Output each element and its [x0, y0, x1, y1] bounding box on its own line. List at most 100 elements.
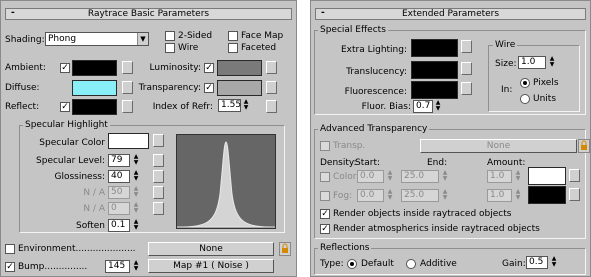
bump-label: Bump............... [18, 262, 88, 272]
gain-spinner[interactable]: ▲ ▼ [550, 256, 558, 269]
reflect-checkbox[interactable]: ✓ [60, 102, 70, 112]
color-end-spinner[interactable]: ▲ ▼ [441, 170, 449, 183]
color-end-input[interactable]: 25.0 [401, 170, 439, 183]
ambient-lock-checkbox[interactable]: ✓ [60, 63, 70, 73]
reflections-type-label: Type: [320, 259, 344, 269]
transp-label: Transp. [333, 141, 366, 151]
shading-dropdown[interactable]: Phong ▼ [45, 32, 149, 46]
wire-size-label: Size: [495, 59, 517, 69]
fog-swatch[interactable] [528, 186, 566, 204]
index-refr-spinner[interactable]: ▲ ▼ [242, 99, 250, 112]
color-amount-spinner[interactable]: ▲ ▼ [514, 170, 522, 183]
fluorescence-swatch[interactable] [411, 81, 458, 99]
specular-map-button[interactable] [153, 134, 164, 147]
color-density-map-button[interactable] [569, 169, 580, 182]
pixels-radio[interactable] [520, 78, 530, 88]
color-density-checkbox[interactable] [320, 172, 330, 182]
fog-map-button[interactable] [569, 188, 580, 201]
environment-map-button[interactable]: None [148, 242, 274, 256]
transp-checkbox[interactable] [320, 141, 330, 151]
extra-lighting-map-button[interactable] [461, 40, 472, 53]
fluorescence-map-button[interactable] [461, 82, 472, 95]
fog-start-input[interactable]: 0.0 [357, 189, 384, 202]
diffuse-color-swatch[interactable] [72, 80, 117, 96]
luminosity-color-swatch[interactable] [217, 60, 262, 76]
glossiness-input[interactable]: 40 [108, 170, 130, 183]
soften-spinner[interactable]: ▲ ▼ [132, 219, 140, 232]
transp-map-button[interactable]: None [420, 139, 577, 153]
shading-value: Phong [48, 34, 77, 44]
rollout-header[interactable]: - Extended Parameters [315, 8, 586, 20]
extra-lighting-swatch[interactable] [411, 39, 458, 57]
fog-amount-input[interactable]: 1.0 [487, 189, 512, 202]
color-density-swatch[interactable] [528, 167, 566, 185]
face-map-checkbox[interactable] [228, 31, 238, 41]
environment-checkbox[interactable] [5, 244, 15, 254]
ambient-color-swatch[interactable] [72, 60, 117, 76]
transparency-color-swatch[interactable] [217, 80, 262, 96]
color-amount-input[interactable]: 1.0 [487, 170, 512, 183]
index-refr-map-button[interactable] [266, 100, 277, 113]
fog-end-spinner[interactable]: ▲ ▼ [441, 189, 449, 202]
color-density-label: Color: [333, 172, 360, 182]
units-radio[interactable] [520, 94, 530, 104]
two-sided-checkbox[interactable] [165, 31, 175, 41]
na2-spinner[interactable]: ▲ ▼ [132, 202, 140, 215]
wire-size-input[interactable]: 1.0 [518, 56, 546, 69]
na2-input[interactable]: 0 [108, 202, 130, 215]
specular-level-spinner[interactable]: ▲ ▼ [132, 154, 140, 167]
specular-color-swatch[interactable] [108, 133, 149, 149]
lock-icon[interactable] [279, 242, 291, 256]
na1-map-button[interactable] [153, 186, 164, 199]
default-radio[interactable] [347, 259, 357, 269]
specular-level-input[interactable]: 79 [108, 154, 130, 167]
rollout-header[interactable]: - Raytrace Basic Parameters [5, 8, 292, 20]
fog-start-spinner[interactable]: ▲ ▼ [386, 189, 394, 202]
translucency-map-button[interactable] [461, 62, 472, 75]
specular-level-map-button[interactable] [153, 154, 164, 167]
collapse-icon[interactable]: - [321, 8, 325, 19]
glossiness-map-button[interactable] [153, 170, 164, 183]
na1-spinner[interactable]: ▲ ▼ [132, 186, 140, 199]
collapse-icon[interactable]: - [11, 8, 15, 19]
wire-label: Wire [178, 43, 199, 53]
wire-size-spinner[interactable]: ▲ ▼ [548, 56, 556, 69]
color-start-input[interactable]: 0.0 [357, 170, 384, 183]
transparency-checkbox[interactable]: ✓ [204, 83, 214, 93]
bump-map-button[interactable]: Map #1 ( Noise ) [148, 259, 274, 273]
bump-amount-input[interactable]: 145 [105, 260, 130, 273]
na2-map-button[interactable] [153, 202, 164, 215]
gain-input[interactable]: 0.5 [526, 256, 548, 269]
na1-input[interactable]: 50 [108, 186, 130, 199]
soften-input[interactable]: 0.1 [108, 219, 130, 232]
render-objects-checkbox[interactable]: ✓ [320, 209, 330, 219]
diffuse-map-button[interactable] [122, 81, 133, 94]
luminosity-map-button[interactable] [266, 61, 277, 74]
ambient-label: Ambient: [5, 63, 46, 73]
index-refr-input[interactable]: 1.55 [218, 99, 241, 112]
fluor-bias-input[interactable]: 0.7 [413, 100, 433, 113]
lock-icon[interactable] [578, 139, 590, 153]
reflect-map-button[interactable] [122, 100, 133, 113]
ambient-map-button[interactable] [122, 61, 133, 74]
amount-label: Amount: [487, 158, 526, 168]
fog-checkbox[interactable] [320, 191, 330, 201]
fog-end-input[interactable]: 25.0 [401, 189, 439, 202]
fluor-bias-spinner[interactable]: ▲ ▼ [434, 100, 442, 113]
glossiness-spinner[interactable]: ▲ ▼ [132, 170, 140, 183]
additive-radio[interactable] [406, 259, 416, 269]
luminosity-checkbox[interactable]: ✓ [204, 63, 214, 73]
bump-spinner[interactable]: ▲ ▼ [132, 260, 140, 273]
rollout-title: Raytrace Basic Parameters [87, 9, 210, 19]
translucency-swatch[interactable] [411, 61, 458, 79]
render-atmo-label: Render atmospherics inside raytraced obj… [333, 224, 540, 234]
faceted-checkbox[interactable] [228, 43, 238, 53]
render-atmo-checkbox[interactable]: ✓ [320, 224, 330, 234]
bump-checkbox[interactable]: ✓ [5, 262, 15, 272]
chevron-down-icon[interactable]: ▼ [137, 33, 148, 45]
color-start-spinner[interactable]: ▲ ▼ [386, 170, 394, 183]
reflect-color-swatch[interactable] [72, 99, 117, 115]
wire-checkbox[interactable] [165, 43, 175, 53]
transparency-map-button[interactable] [266, 81, 277, 94]
fog-amount-spinner[interactable]: ▲ ▼ [514, 189, 522, 202]
